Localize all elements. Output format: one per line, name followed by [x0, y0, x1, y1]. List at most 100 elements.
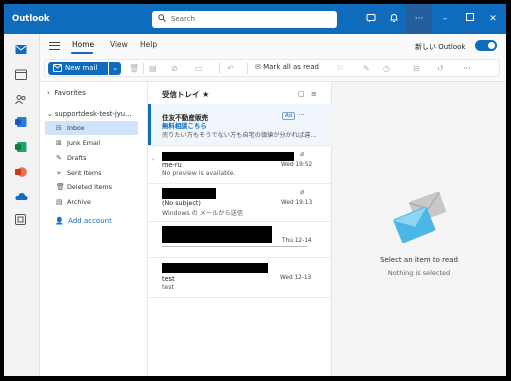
- chevron-right-icon[interactable]: ›: [152, 156, 154, 163]
- folder-item-junk[interactable]: ⊠ Junk Email: [45, 136, 138, 150]
- attachment-icon: ⌀: [300, 188, 305, 196]
- pin-icon[interactable]: ✎: [363, 64, 370, 73]
- bell-icon[interactable]: [387, 13, 401, 25]
- folder-item-sent[interactable]: ➢ Sent Items: [45, 166, 138, 180]
- snooze-icon[interactable]: ◷: [383, 64, 390, 73]
- folder-item-archive[interactable]: ▤ Archive: [45, 195, 138, 209]
- message-subject: (No subject): [162, 199, 201, 207]
- minimize-icon[interactable]: –: [438, 13, 452, 25]
- star-icon[interactable]: ★: [202, 90, 209, 99]
- onedrive-icon[interactable]: [15, 191, 28, 203]
- envelope-open-icon: ✉: [255, 63, 261, 71]
- mark-all-read-label: Mark all as read: [263, 63, 319, 71]
- people-icon[interactable]: [15, 94, 28, 106]
- mark-all-read-button[interactable]: ✉ Mark all as read: [255, 63, 319, 71]
- message-item-ad[interactable]: 住友不動産販売 Ad ··· 無料相談こちら 売りたい方もそうでない方も自宅の価…: [148, 104, 332, 146]
- message-date: Thu 12-14: [282, 238, 312, 244]
- message-date: Wed 19:13: [281, 200, 313, 206]
- redacted-block: [162, 152, 294, 161]
- reading-pane-subtitle: Nothing is selected: [387, 269, 451, 277]
- message-list-heading: 受信トレイ ★: [162, 89, 209, 100]
- favorites-label: Favorites: [54, 89, 86, 97]
- maximize-icon[interactable]: [463, 13, 477, 25]
- search-icon: [158, 14, 166, 24]
- compose-icon: [53, 64, 62, 74]
- message-date: Wed 12-13: [280, 275, 312, 281]
- trash-icon: 🗑: [56, 183, 65, 191]
- archive-icon[interactable]: ▤: [149, 64, 157, 73]
- sent-icon: ➢: [56, 169, 62, 177]
- calendar-icon[interactable]: [15, 69, 28, 81]
- message-date: Wed 19:52: [281, 162, 313, 168]
- tab-view[interactable]: View: [110, 40, 128, 49]
- reading-pane-title: Select an item to read: [380, 256, 458, 264]
- more-icon[interactable]: ···: [412, 13, 426, 25]
- message-item[interactable]: test Wed 12-13 test: [148, 258, 332, 298]
- rules-icon[interactable]: ⊟: [413, 64, 420, 73]
- message-preview: 売りたい方もそうでない方も自宅の価値が分かれば違...: [162, 132, 317, 139]
- reading-pane: Select an item to read Nothing is select…: [332, 82, 506, 376]
- search-placeholder: Search: [171, 15, 196, 23]
- envelopes-illustration: [393, 191, 446, 244]
- menu-icon[interactable]: [49, 42, 60, 50]
- tab-help[interactable]: Help: [140, 40, 157, 49]
- mail-icon[interactable]: [15, 44, 28, 56]
- folder-item-inbox[interactable]: ⊟ Inbox: [45, 121, 138, 135]
- app-rail: [4, 34, 40, 376]
- tab-home[interactable]: Home: [72, 40, 94, 49]
- chevron-down-icon[interactable]: ⌄: [109, 62, 121, 75]
- undo-icon[interactable]: ↺: [437, 64, 444, 73]
- move-icon[interactable]: ▭: [195, 64, 203, 73]
- inbox-icon: ⊟: [56, 124, 62, 132]
- folder-label: Sent Items: [67, 169, 102, 177]
- folder-label: Archive: [67, 198, 91, 206]
- add-account-link[interactable]: 👤 Add account: [55, 217, 112, 225]
- add-account-label: Add account: [68, 217, 112, 225]
- folder-item-drafts[interactable]: ✎ Drafts: [45, 151, 138, 165]
- feedback-icon[interactable]: [364, 13, 378, 25]
- flag-icon[interactable]: ⚐: [337, 64, 344, 73]
- new-mail-label: New mail: [65, 64, 98, 72]
- message-sender: test: [162, 275, 175, 283]
- message-preview: No preview is available.: [162, 170, 236, 177]
- redacted-block: [162, 263, 268, 273]
- favorites-header[interactable]: › Favorites: [47, 89, 86, 97]
- divider: [143, 63, 144, 74]
- person-add-icon: 👤: [55, 217, 64, 225]
- more-icon[interactable]: ···: [298, 111, 305, 119]
- powerpoint-icon[interactable]: [15, 166, 28, 178]
- message-item[interactable]: › ⌀ me-ru Wed 19:52 No preview is availa…: [148, 146, 332, 184]
- message-item[interactable]: ⌀ (No subject) Wed 19:13 Windows の メールから…: [148, 184, 332, 222]
- delete-icon[interactable]: 🗑: [129, 64, 139, 73]
- command-bar: New mail ⌄ 🗑 ▤ ⊘ ▭ ↶ ✉ Mark all as read …: [44, 59, 500, 77]
- folder-label: Inbox: [67, 124, 85, 132]
- active-tab-indicator: [71, 52, 93, 54]
- folder-label: Drafts: [67, 154, 87, 162]
- apps-icon[interactable]: [15, 214, 28, 226]
- excel-icon[interactable]: [15, 141, 28, 153]
- message-item[interactable]: Thu 12-14: [148, 222, 332, 258]
- reply-icon[interactable]: ↶: [227, 64, 234, 73]
- report-icon[interactable]: ⊘: [171, 64, 178, 73]
- more-commands-icon[interactable]: ···: [463, 64, 471, 73]
- search-box[interactable]: Search: [152, 11, 337, 28]
- new-mail-button[interactable]: New mail: [48, 62, 108, 75]
- close-icon[interactable]: ✕: [486, 13, 500, 25]
- select-checkbox-icon[interactable]: ▢: [298, 90, 305, 98]
- message-list: 受信トレイ ★ ▢ ≡ 住友不動産販売 Ad ··· 無料相談こちら 売りたい方…: [148, 82, 332, 376]
- account-label: supportdesk-test-jyu...: [54, 110, 132, 118]
- folder-item-deleted[interactable]: 🗑 Deleted Items: [45, 180, 138, 194]
- divider: [219, 63, 220, 74]
- inbox-title: 受信トレイ: [162, 90, 200, 99]
- message-subject: 無料相談こちら: [162, 122, 207, 130]
- preview-line: [162, 246, 307, 247]
- ad-badge: Ad: [282, 112, 296, 120]
- new-outlook-toggle[interactable]: [475, 40, 497, 51]
- filter-icon[interactable]: ≡: [311, 90, 317, 98]
- word-icon[interactable]: [15, 116, 28, 128]
- message-sender: me-ru: [162, 161, 182, 169]
- account-header[interactable]: ⌄ supportdesk-test-jyu...: [47, 110, 132, 118]
- drafts-icon: ✎: [56, 154, 62, 162]
- divider: [247, 63, 248, 74]
- folder-label: Deleted Items: [67, 183, 112, 191]
